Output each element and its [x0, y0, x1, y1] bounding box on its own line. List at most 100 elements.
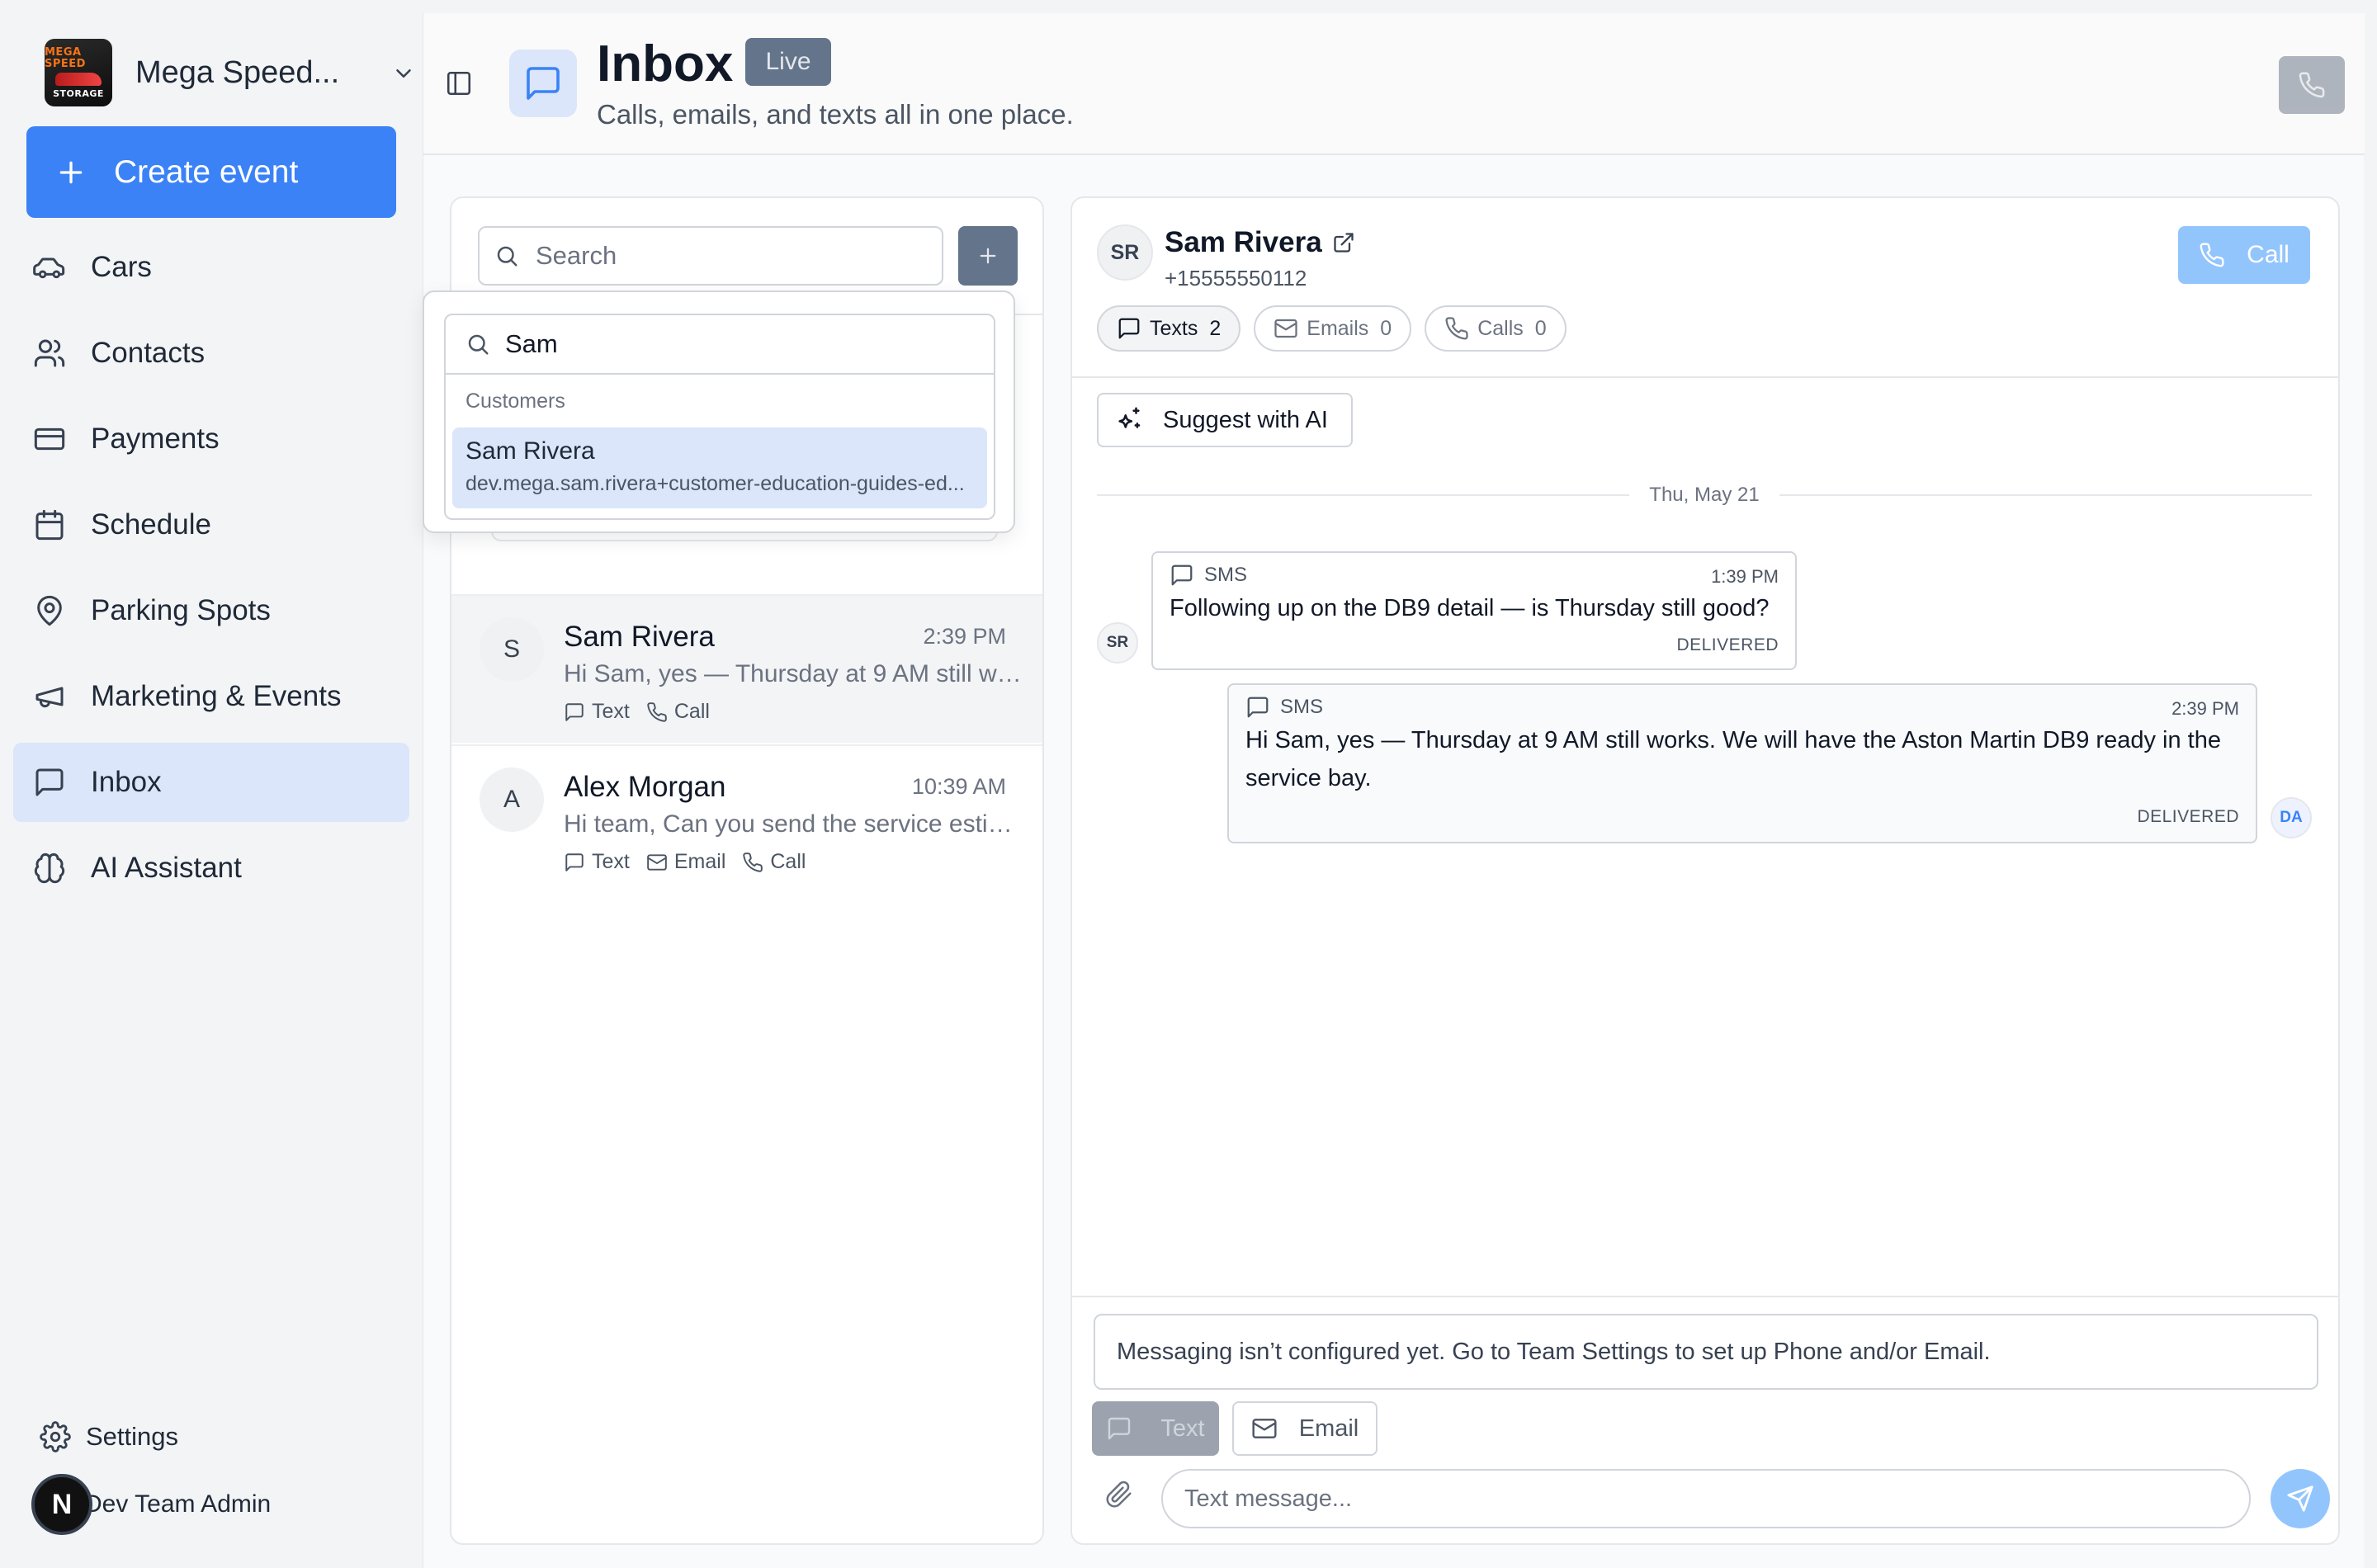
brand-logo-top-text: MEGA SPEED [45, 45, 86, 70]
nav-item-parking-spots[interactable]: Parking Spots [13, 571, 409, 650]
message-square-icon [1108, 1417, 1131, 1440]
results-group-label: Customers [465, 390, 565, 413]
date-label: Thu, May 21 [1649, 484, 1760, 506]
phone-icon [1445, 317, 1468, 340]
mail-icon [1252, 1419, 1277, 1438]
car-icon [33, 251, 66, 284]
tag-text: Text [564, 700, 630, 724]
credit-card-icon [33, 423, 66, 456]
chip-label: Calls [1477, 316, 1524, 340]
search-query: Sam [505, 329, 558, 358]
nav-item-ai-assistant[interactable]: AI Assistant [13, 829, 409, 908]
tag-email: Email [646, 850, 725, 874]
message-input-placeholder: Text message... [1184, 1485, 1353, 1512]
tag-call: Call [646, 700, 710, 724]
list-item[interactable]: A Alex Morgan 10:39 AM Hi team, Can you … [451, 744, 1042, 893]
message-channel: SMS [1170, 563, 1247, 588]
nav-label: Parking Spots [91, 594, 271, 626]
channel-label: SMS [1280, 696, 1324, 718]
message-bubble-outgoing: SMS 2:39 PM Hi Sam, yes — Thursday at 9 … [1227, 683, 2257, 843]
create-event-label: Create event [114, 153, 299, 190]
brand-logo: MEGA SPEED STORAGE [45, 39, 112, 106]
call-label: Call [2247, 241, 2290, 268]
user-menu[interactable]: N Dev Team Admin [31, 1474, 271, 1535]
tag-text: Text [564, 850, 630, 874]
nav-label: Contacts [91, 337, 206, 369]
message-bubble-incoming: SMS 1:39 PM Following up on the DB9 deta… [1151, 551, 1797, 670]
chip-count: 2 [1209, 316, 1222, 340]
team-switcher[interactable]: MEGA SPEED STORAGE Mega Speed... [45, 38, 416, 107]
message-input[interactable]: Text message... [1161, 1469, 2251, 1528]
suggest-ai-label: Suggest with AI [1163, 406, 1328, 433]
tab-emails[interactable]: Emails 0 [1254, 305, 1412, 352]
nav-label: Inbox [91, 766, 162, 798]
chip-label: Emails [1307, 316, 1369, 340]
settings-link[interactable]: Settings [40, 1421, 178, 1452]
nav-item-cars[interactable]: Cars [13, 228, 409, 307]
paperclip-icon[interactable] [1105, 1481, 1133, 1509]
sparkles-icon [1118, 407, 1141, 428]
calendar-icon [33, 508, 66, 541]
nav-label: Schedule [91, 508, 211, 541]
new-conversation-button[interactable] [958, 226, 1018, 286]
message-square-icon [1171, 564, 1193, 586]
date-divider: Thu, May 21 [1097, 484, 2312, 507]
mode-text-button[interactable]: Text [1092, 1401, 1219, 1456]
nav-item-payments[interactable]: Payments [13, 399, 409, 479]
nav-item-schedule[interactable]: Schedule [13, 485, 409, 564]
list-item[interactable]: S Sam Rivera 2:39 PM Hi Sam, yes — Thurs… [451, 594, 1042, 743]
suggest-ai-button[interactable]: Suggest with AI [1097, 393, 1353, 447]
nav-item-marketing-events[interactable]: Marketing & Events [13, 657, 409, 736]
gear-icon [40, 1421, 71, 1452]
users-icon [33, 337, 66, 370]
chip-count: 0 [1380, 316, 1392, 340]
sidebar-toggle-icon[interactable] [445, 69, 473, 97]
page-title: Inbox [597, 35, 734, 92]
brand-logo-bottom-text: STORAGE [53, 87, 104, 99]
nav-label: Cars [91, 251, 152, 283]
message-square-icon [33, 766, 66, 799]
avatar: N [31, 1474, 92, 1535]
chevron-down-icon [391, 61, 416, 86]
nav-item-contacts[interactable]: Contacts [13, 314, 409, 393]
nav-item-inbox[interactable]: Inbox [13, 743, 409, 822]
send-button[interactable] [2271, 1469, 2330, 1528]
call-button[interactable]: Call [2178, 226, 2310, 284]
nav-label: Payments [91, 423, 220, 455]
phone-button[interactable] [2279, 56, 2345, 114]
mail-icon [1274, 319, 1297, 338]
message-square-icon [565, 852, 584, 871]
page-subtitle: Calls, emails, and texts all in one plac… [597, 99, 1074, 130]
tab-texts[interactable]: Texts 2 [1097, 305, 1241, 352]
search-placeholder: Search [536, 241, 617, 270]
tag-label: Text [592, 700, 630, 723]
avatar: A [480, 767, 544, 832]
channel-tags: Text Email Call [564, 850, 822, 874]
avatar: S [480, 617, 544, 682]
avatar: SR [1097, 622, 1138, 664]
message-square-icon [565, 702, 584, 721]
sidebar: MEGA SPEED STORAGE Mega Speed... Create … [0, 0, 421, 1568]
message-preview: Hi team, Can you send the service estima… [564, 810, 1026, 838]
timestamp: 2:39 PM [923, 624, 1006, 649]
thread-contact[interactable]: Sam Rivera [1165, 226, 1355, 259]
message-text-line: service bay. [1245, 765, 1372, 791]
tab-calls[interactable]: Calls 0 [1425, 305, 1567, 352]
map-pin-icon [33, 594, 66, 627]
mode-email-label: Email [1298, 1415, 1359, 1442]
channel-label: SMS [1204, 564, 1248, 586]
search-result-item[interactable]: Sam Rivera dev.mega.sam.rivera+customer-… [452, 427, 987, 508]
create-event-button[interactable]: Create event [26, 126, 396, 218]
search-input[interactable]: Search [478, 226, 943, 286]
message-channel: SMS [1245, 695, 1323, 720]
conversation-thread: SR Sam Rivera +15555550112 Call Texts 2 … [1070, 196, 2340, 1545]
nav-label: Marketing & Events [91, 680, 342, 712]
divider [1072, 1296, 2338, 1297]
divider [1072, 376, 2338, 378]
contact-search-input[interactable]: Sam [444, 314, 995, 375]
mode-email-button[interactable]: Email [1232, 1401, 1378, 1456]
message-text-line: Hi Sam, yes — Thursday at 9 AM still wor… [1245, 727, 2221, 753]
phone-icon [2200, 243, 2224, 267]
phone-icon [2298, 71, 2326, 99]
message-time: 2:39 PM [2171, 698, 2239, 719]
